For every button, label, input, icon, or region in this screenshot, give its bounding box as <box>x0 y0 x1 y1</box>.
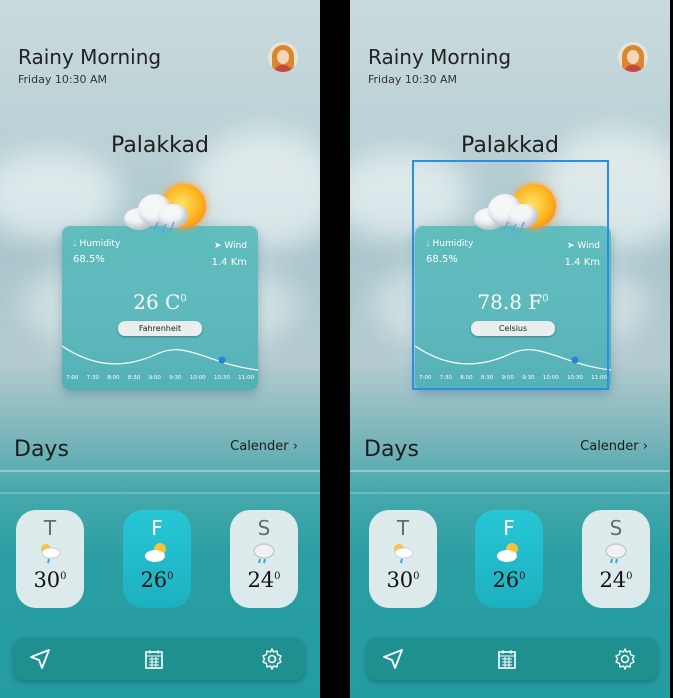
settings-gear-icon[interactable] <box>613 647 637 671</box>
location-arrow-icon[interactable] <box>28 647 52 671</box>
weather-card: 💧︎ Humidity 68.5% ➤ Wind 1.4 Km 26 C0 Fa… <box>62 226 258 390</box>
day-temperature: 300 <box>33 568 67 592</box>
datetime-label: Friday 10:30 AM <box>368 73 458 86</box>
day-card-selected[interactable]: F 260 <box>123 510 191 608</box>
calendar-link[interactable]: Calender › <box>230 439 298 454</box>
day-temperature: 240 <box>247 568 281 592</box>
wave-line <box>350 470 670 472</box>
day-letter: F <box>151 516 163 540</box>
avatar[interactable] <box>268 42 298 72</box>
hour-label: 11:00 <box>238 375 254 381</box>
current-time-marker <box>218 356 226 364</box>
hour-label: 10:30 <box>213 375 230 381</box>
phone-screen-fahrenheit: Rainy Morning Friday 10:30 AM Palakkad 💧… <box>0 0 320 698</box>
unit-toggle-button[interactable]: Fahrenheit <box>118 321 202 336</box>
page-title: Rainy Morning <box>368 45 512 69</box>
city-name: Palakkad <box>461 133 559 158</box>
day-card[interactable]: S 240 <box>230 510 298 608</box>
navigation-arrow-icon: ➤ <box>213 241 222 251</box>
selection-frame <box>412 160 609 390</box>
storm-cloud-icon <box>122 190 192 235</box>
day-temperature: 300 <box>386 568 420 592</box>
hour-label: 8:30 <box>127 375 141 381</box>
humidity-label: 💧︎ Humidity <box>73 239 121 249</box>
hour-label: 9:00 <box>148 375 161 381</box>
settings-gear-icon[interactable] <box>260 647 284 671</box>
day-card[interactable]: S 240 <box>582 510 650 608</box>
hour-label: 9:30 <box>169 375 182 381</box>
day-temperature: 260 <box>492 568 526 592</box>
sun-rain-icon <box>394 544 414 564</box>
days-heading: Days <box>364 437 419 462</box>
bottom-nav-bar <box>14 638 304 680</box>
hour-label: 8:00 <box>107 375 120 381</box>
day-card[interactable]: T 300 <box>369 510 437 608</box>
chevron-right-icon: › <box>642 439 648 454</box>
bottom-nav-bar <box>367 638 657 680</box>
wave-line <box>0 470 320 472</box>
city-name: Palakkad <box>111 133 209 158</box>
day-letter: T <box>43 516 57 540</box>
calendar-link[interactable]: Calender › <box>580 439 648 454</box>
day-letter: T <box>396 516 410 540</box>
day-letter: S <box>609 516 623 540</box>
temperature-display: 26 C0 <box>133 290 187 314</box>
sun-rain-icon <box>41 544 61 564</box>
wave-line <box>0 492 320 494</box>
humidity-value: 68.5% <box>73 254 105 265</box>
wind-value: 1.4 Km <box>211 257 247 268</box>
calendar-icon[interactable] <box>142 647 166 671</box>
partly-sunny-icon <box>145 543 166 562</box>
hour-labels: 7:00 7:30 8:00 8:30 9:00 9:30 10:00 10:3… <box>66 375 254 381</box>
hour-label: 10:00 <box>189 375 206 381</box>
wave-line <box>350 492 670 494</box>
chevron-right-icon: › <box>292 439 298 454</box>
days-heading: Days <box>14 437 69 462</box>
day-letter: S <box>257 516 271 540</box>
day-letter: F <box>503 516 515 540</box>
day-temperature: 260 <box>140 568 174 592</box>
day-temperature: 240 <box>599 568 633 592</box>
page-title: Rainy Morning <box>18 45 162 69</box>
wind-label: ➤ Wind <box>213 241 247 251</box>
day-card[interactable]: T 300 <box>16 510 84 608</box>
partly-sunny-icon <box>497 543 518 562</box>
droplet-icon: 💧︎ <box>73 239 77 249</box>
day-card-selected[interactable]: F 260 <box>475 510 543 608</box>
calendar-icon[interactable] <box>495 647 519 671</box>
rain-cloud-icon <box>253 543 275 564</box>
location-arrow-icon[interactable] <box>381 647 405 671</box>
phone-screen-celsius: Rainy Morning Friday 10:30 AM Palakkad 💧… <box>350 0 670 698</box>
hour-label: 7:30 <box>86 375 99 381</box>
avatar[interactable] <box>618 42 648 72</box>
datetime-label: Friday 10:30 AM <box>18 73 108 86</box>
rain-cloud-icon <box>605 543 627 564</box>
hour-label: 7:00 <box>66 375 79 381</box>
